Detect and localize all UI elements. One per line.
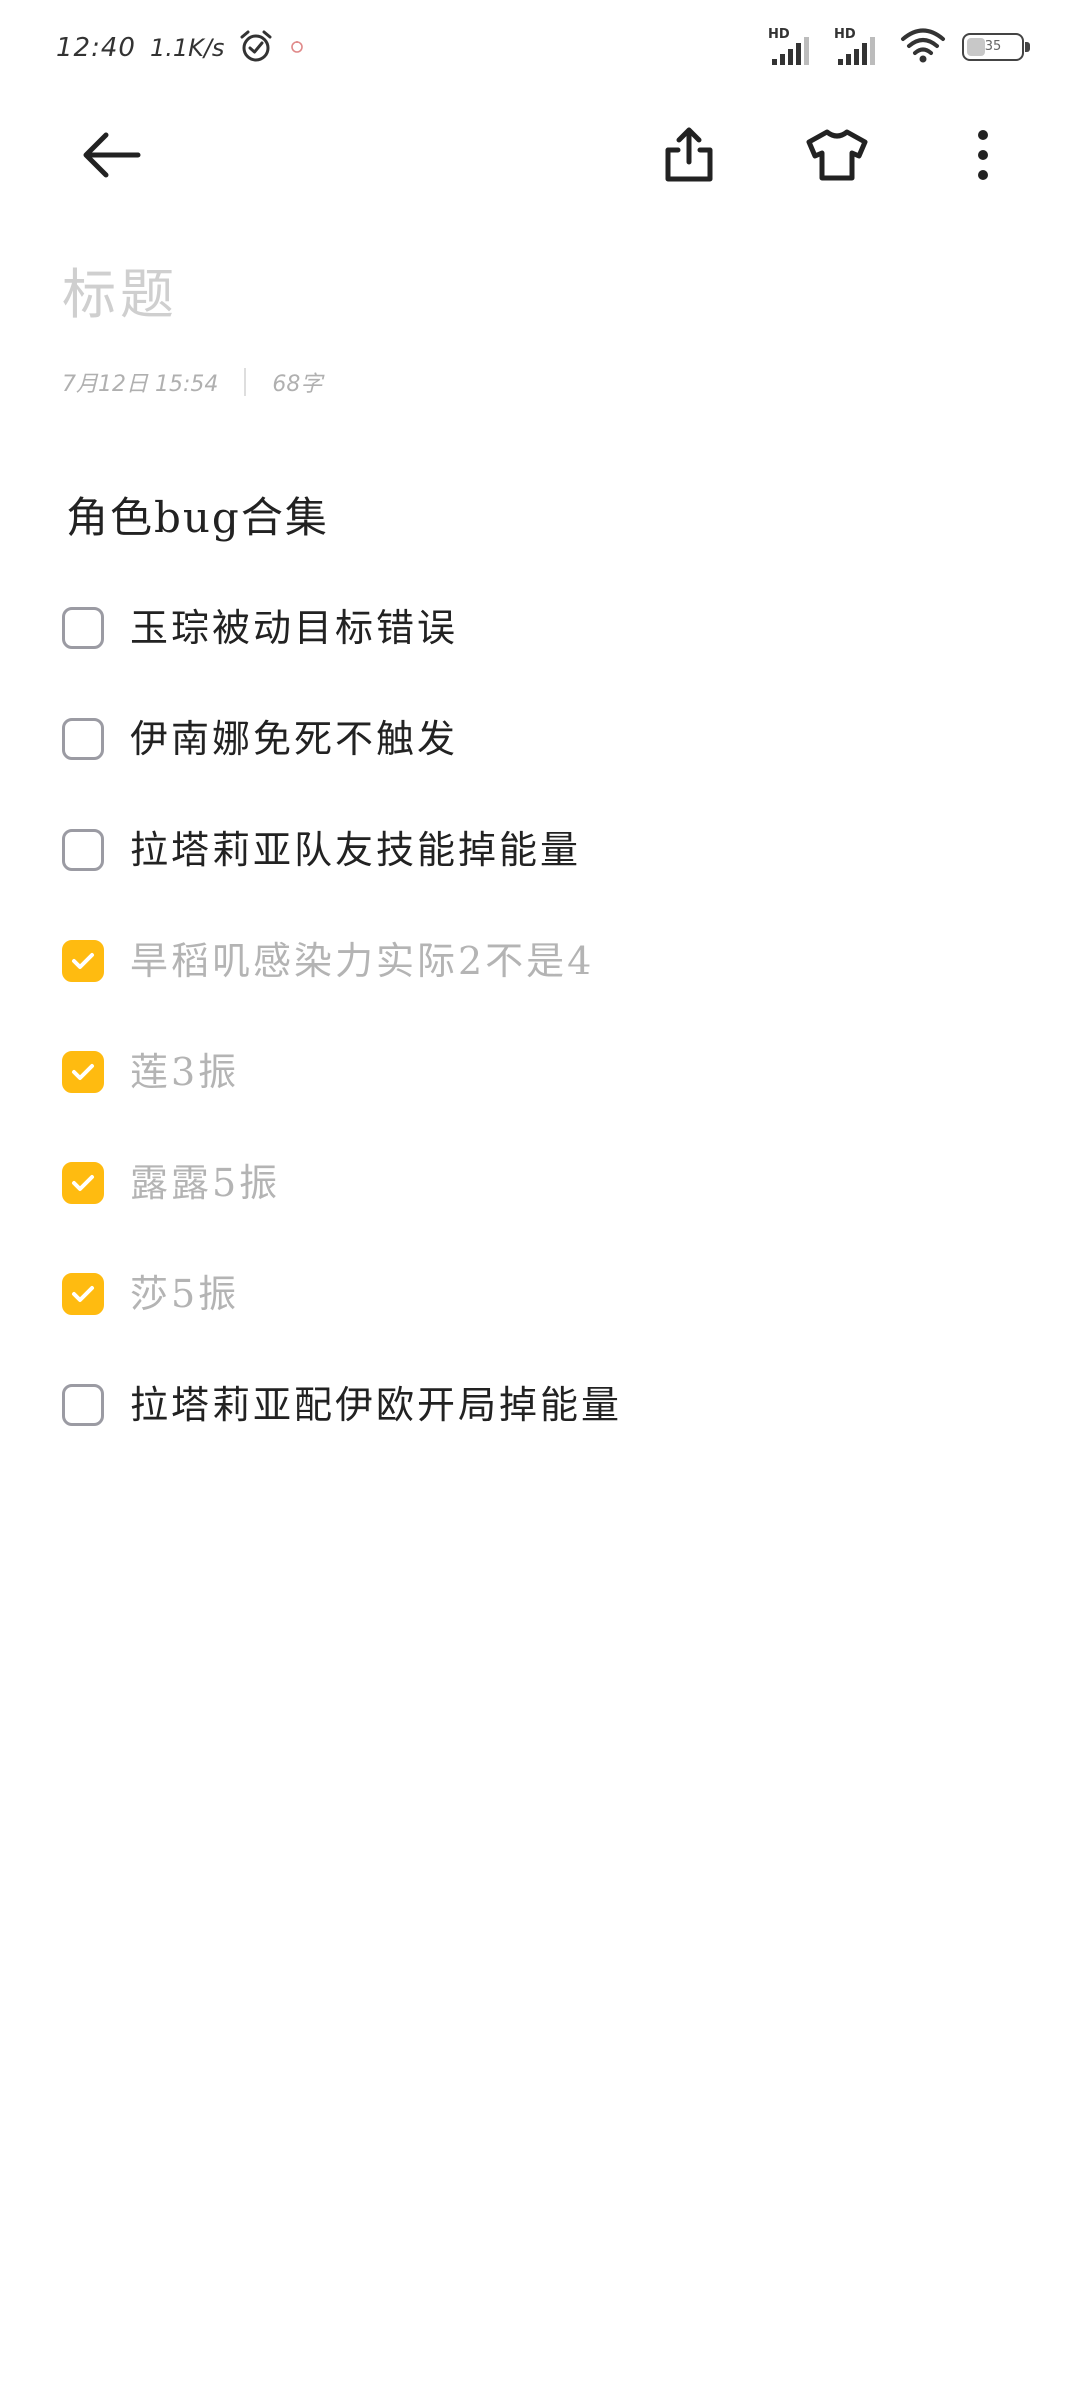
wifi-icon <box>900 26 946 68</box>
cellular-signal-1: HD <box>768 27 818 67</box>
checkbox[interactable] <box>62 607 104 649</box>
checkbox[interactable] <box>62 718 104 760</box>
checkbox[interactable] <box>62 829 104 871</box>
notification-dot-icon <box>288 37 306 59</box>
checklist-item-text[interactable]: 玉琮被动目标错误 <box>130 592 458 664</box>
status-time: 12:40 <box>56 33 136 63</box>
checklist-item-text[interactable]: 莲3振 <box>130 1036 239 1108</box>
meta-divider <box>244 368 247 396</box>
checklist-item: 拉塔莉亚配伊欧开局掉能量 <box>62 1369 1022 1480</box>
note-title-input[interactable]: 标题 <box>62 250 178 329</box>
share-button[interactable] <box>644 110 734 200</box>
checklist-item-text[interactable]: 旱稻叽感染力实际2不是4 <box>130 925 594 997</box>
checklist-item: 莎5振 <box>62 1258 1022 1369</box>
checkmark-icon <box>72 1286 94 1302</box>
status-bar: 12:40 1.1K/s HD HD 35 <box>0 0 1080 100</box>
alarm-clock-icon <box>238 28 274 68</box>
checklist-item: 伊南娜免死不触发 <box>62 703 1022 814</box>
checklist-item: 旱稻叽感染力实际2不是4 <box>62 925 1022 1036</box>
checklist-item-text[interactable]: 拉塔莉亚队友技能掉能量 <box>130 814 581 886</box>
checkbox[interactable] <box>62 1273 104 1315</box>
note-meta: 7月12日 15:54 68字 <box>62 366 322 398</box>
theme-button[interactable] <box>792 110 882 200</box>
cellular-signal-2: HD <box>834 27 884 67</box>
share-icon <box>665 127 713 182</box>
checkmark-icon <box>72 1175 94 1191</box>
checkmark-icon <box>72 953 94 969</box>
checklist-item-text[interactable]: 莎5振 <box>130 1258 239 1330</box>
checkbox[interactable] <box>62 940 104 982</box>
checklist: 玉琮被动目标错误 伊南娜免死不触发 拉塔莉亚队友技能掉能量 旱稻叽感染力实际2不… <box>62 592 1022 1480</box>
checkbox[interactable] <box>62 1384 104 1426</box>
checkbox[interactable] <box>62 1051 104 1093</box>
battery-level: 35 <box>984 39 1002 54</box>
status-left: 12:40 1.1K/s <box>56 28 306 68</box>
checklist-item: 露露5振 <box>62 1147 1022 1258</box>
note-char-count: 68字 <box>272 372 323 397</box>
checklist-item-text[interactable]: 伊南娜免死不触发 <box>130 703 458 775</box>
note-date: 7月12日 15:54 <box>62 372 219 397</box>
checkmark-icon <box>72 1064 94 1080</box>
arrow-left-icon <box>83 132 141 178</box>
checklist-item-text[interactable]: 拉塔莉亚配伊欧开局掉能量 <box>130 1369 622 1441</box>
checklist-item: 玉琮被动目标错误 <box>62 592 1022 703</box>
status-right: HD HD 35 <box>768 26 1030 68</box>
back-button[interactable] <box>67 110 157 200</box>
list-heading[interactable]: 角色bug合集 <box>66 484 329 545</box>
note-toolbar <box>0 110 1080 200</box>
checklist-item: 拉塔莉亚队友技能掉能量 <box>62 814 1022 925</box>
checklist-item-text[interactable]: 露露5振 <box>130 1147 280 1219</box>
more-options-button[interactable] <box>938 110 1028 200</box>
tshirt-icon <box>806 129 868 181</box>
network-speed: 1.1K/s <box>149 34 225 62</box>
battery-icon: 35 <box>962 33 1030 61</box>
checklist-item: 莲3振 <box>62 1036 1022 1147</box>
checkbox[interactable] <box>62 1162 104 1204</box>
more-vertical-icon <box>978 130 988 180</box>
